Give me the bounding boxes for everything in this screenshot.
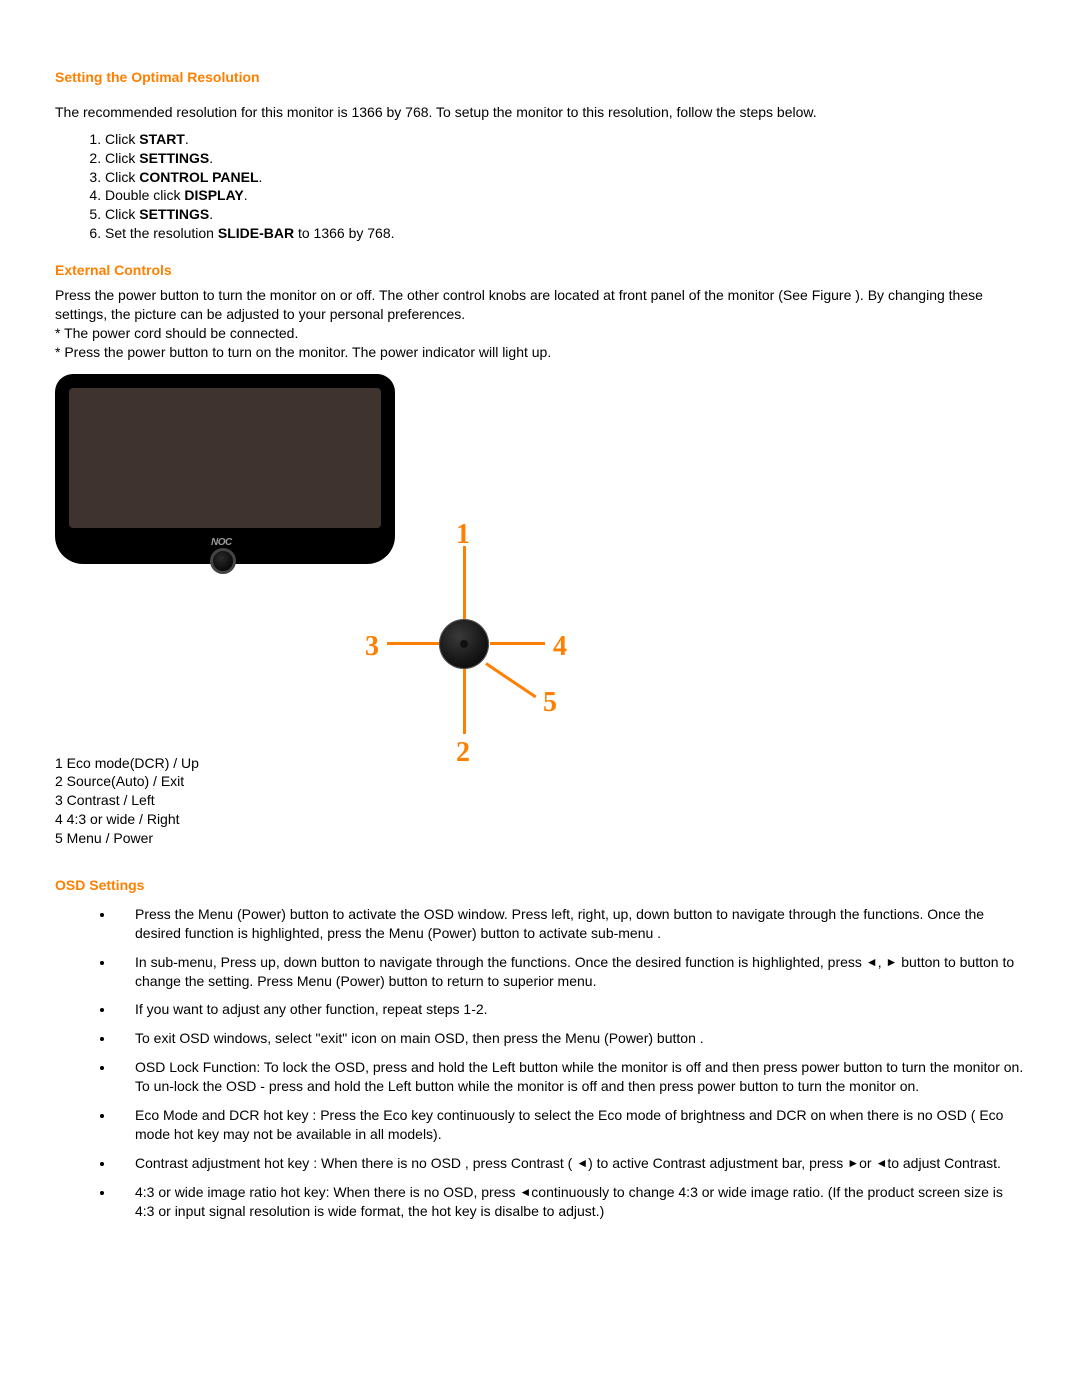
osd-bullet: 4:3 or wide image ratio hot key: When th… xyxy=(115,1183,1025,1221)
monitor-figure: NOC 1 2 3 4 5 xyxy=(55,374,575,744)
diagram-arm-right xyxy=(490,642,545,645)
heading-external-controls: External Controls xyxy=(55,261,1025,280)
monitor-outline: NOC xyxy=(55,374,395,604)
step-item: Double click DISPLAY. xyxy=(105,186,1025,205)
step-item: Click START. xyxy=(105,130,1025,149)
diagram-number-2: 2 xyxy=(456,734,470,772)
osd-bullet: Press the Menu (Power) button to activat… xyxy=(115,905,1025,943)
heading-osd-settings: OSD Settings xyxy=(55,876,1025,895)
ext-ctrl-p3: * Press the power button to turn on the … xyxy=(55,343,1025,362)
osd-bullet: Contrast adjustment hot key : When there… xyxy=(115,1154,1025,1173)
resolution-steps: Click START.Click SETTINGS.Click CONTROL… xyxy=(105,130,1025,243)
osd-bullet: OSD Lock Function: To lock the OSD, pres… xyxy=(115,1058,1025,1096)
intro-text: The recommended resolution for this moni… xyxy=(55,103,1025,122)
step-item: Click SETTINGS. xyxy=(105,205,1025,224)
heading-optimal-resolution: Setting the Optimal Resolution xyxy=(55,68,1025,87)
left-arrow-icon: ◄ xyxy=(875,1157,887,1169)
diagram-arm-up xyxy=(463,546,466,619)
diagram-number-4: 4 xyxy=(553,628,567,666)
control-legend: 1 Eco mode(DCR) / Up2 Source(Auto) / Exi… xyxy=(55,754,1025,848)
osd-bullet-list: Press the Menu (Power) button to activat… xyxy=(115,905,1025,1221)
step-item: Set the resolution SLIDE-BAR to 1366 by … xyxy=(105,224,1025,243)
joystick-icon xyxy=(439,619,489,669)
osd-bullet: To exit OSD windows, select "exit" icon … xyxy=(115,1029,1025,1048)
diagram-number-3: 3 xyxy=(365,628,379,666)
joystick-diagram: 1 2 3 4 5 xyxy=(355,534,575,744)
diagram-number-5: 5 xyxy=(543,684,557,722)
left-arrow-icon: ◄ xyxy=(866,956,878,968)
monitor-screen xyxy=(69,388,381,528)
step-item: Click CONTROL PANEL. xyxy=(105,168,1025,187)
diagram-arm-down xyxy=(463,669,466,734)
diagram-arm-diagonal xyxy=(485,662,536,698)
control-legend-item: 3 Contrast / Left xyxy=(55,791,1025,810)
control-legend-item: 1 Eco mode(DCR) / Up xyxy=(55,754,1025,773)
control-legend-item: 5 Menu / Power xyxy=(55,829,1025,848)
right-arrow-icon: ► xyxy=(847,1157,859,1169)
left-arrow-icon: ◄ xyxy=(576,1157,588,1169)
left-arrow-icon: ◄ xyxy=(519,1186,531,1198)
osd-bullet: Eco Mode and DCR hot key : Press the Eco… xyxy=(115,1106,1025,1144)
diagram-number-1: 1 xyxy=(456,516,470,554)
monitor-nav-button-icon xyxy=(210,548,236,574)
right-arrow-icon: ► xyxy=(885,956,897,968)
control-legend-item: 4 4:3 or wide / Right xyxy=(55,810,1025,829)
diagram-arm-left xyxy=(387,642,439,645)
osd-bullet: In sub-menu, Press up, down button to na… xyxy=(115,953,1025,991)
ext-ctrl-p1: Press the power button to turn the monit… xyxy=(55,286,1025,324)
osd-bullet: If you want to adjust any other function… xyxy=(115,1000,1025,1019)
step-item: Click SETTINGS. xyxy=(105,149,1025,168)
control-legend-item: 2 Source(Auto) / Exit xyxy=(55,772,1025,791)
ext-ctrl-p2: * The power cord should be connected. xyxy=(55,324,1025,343)
